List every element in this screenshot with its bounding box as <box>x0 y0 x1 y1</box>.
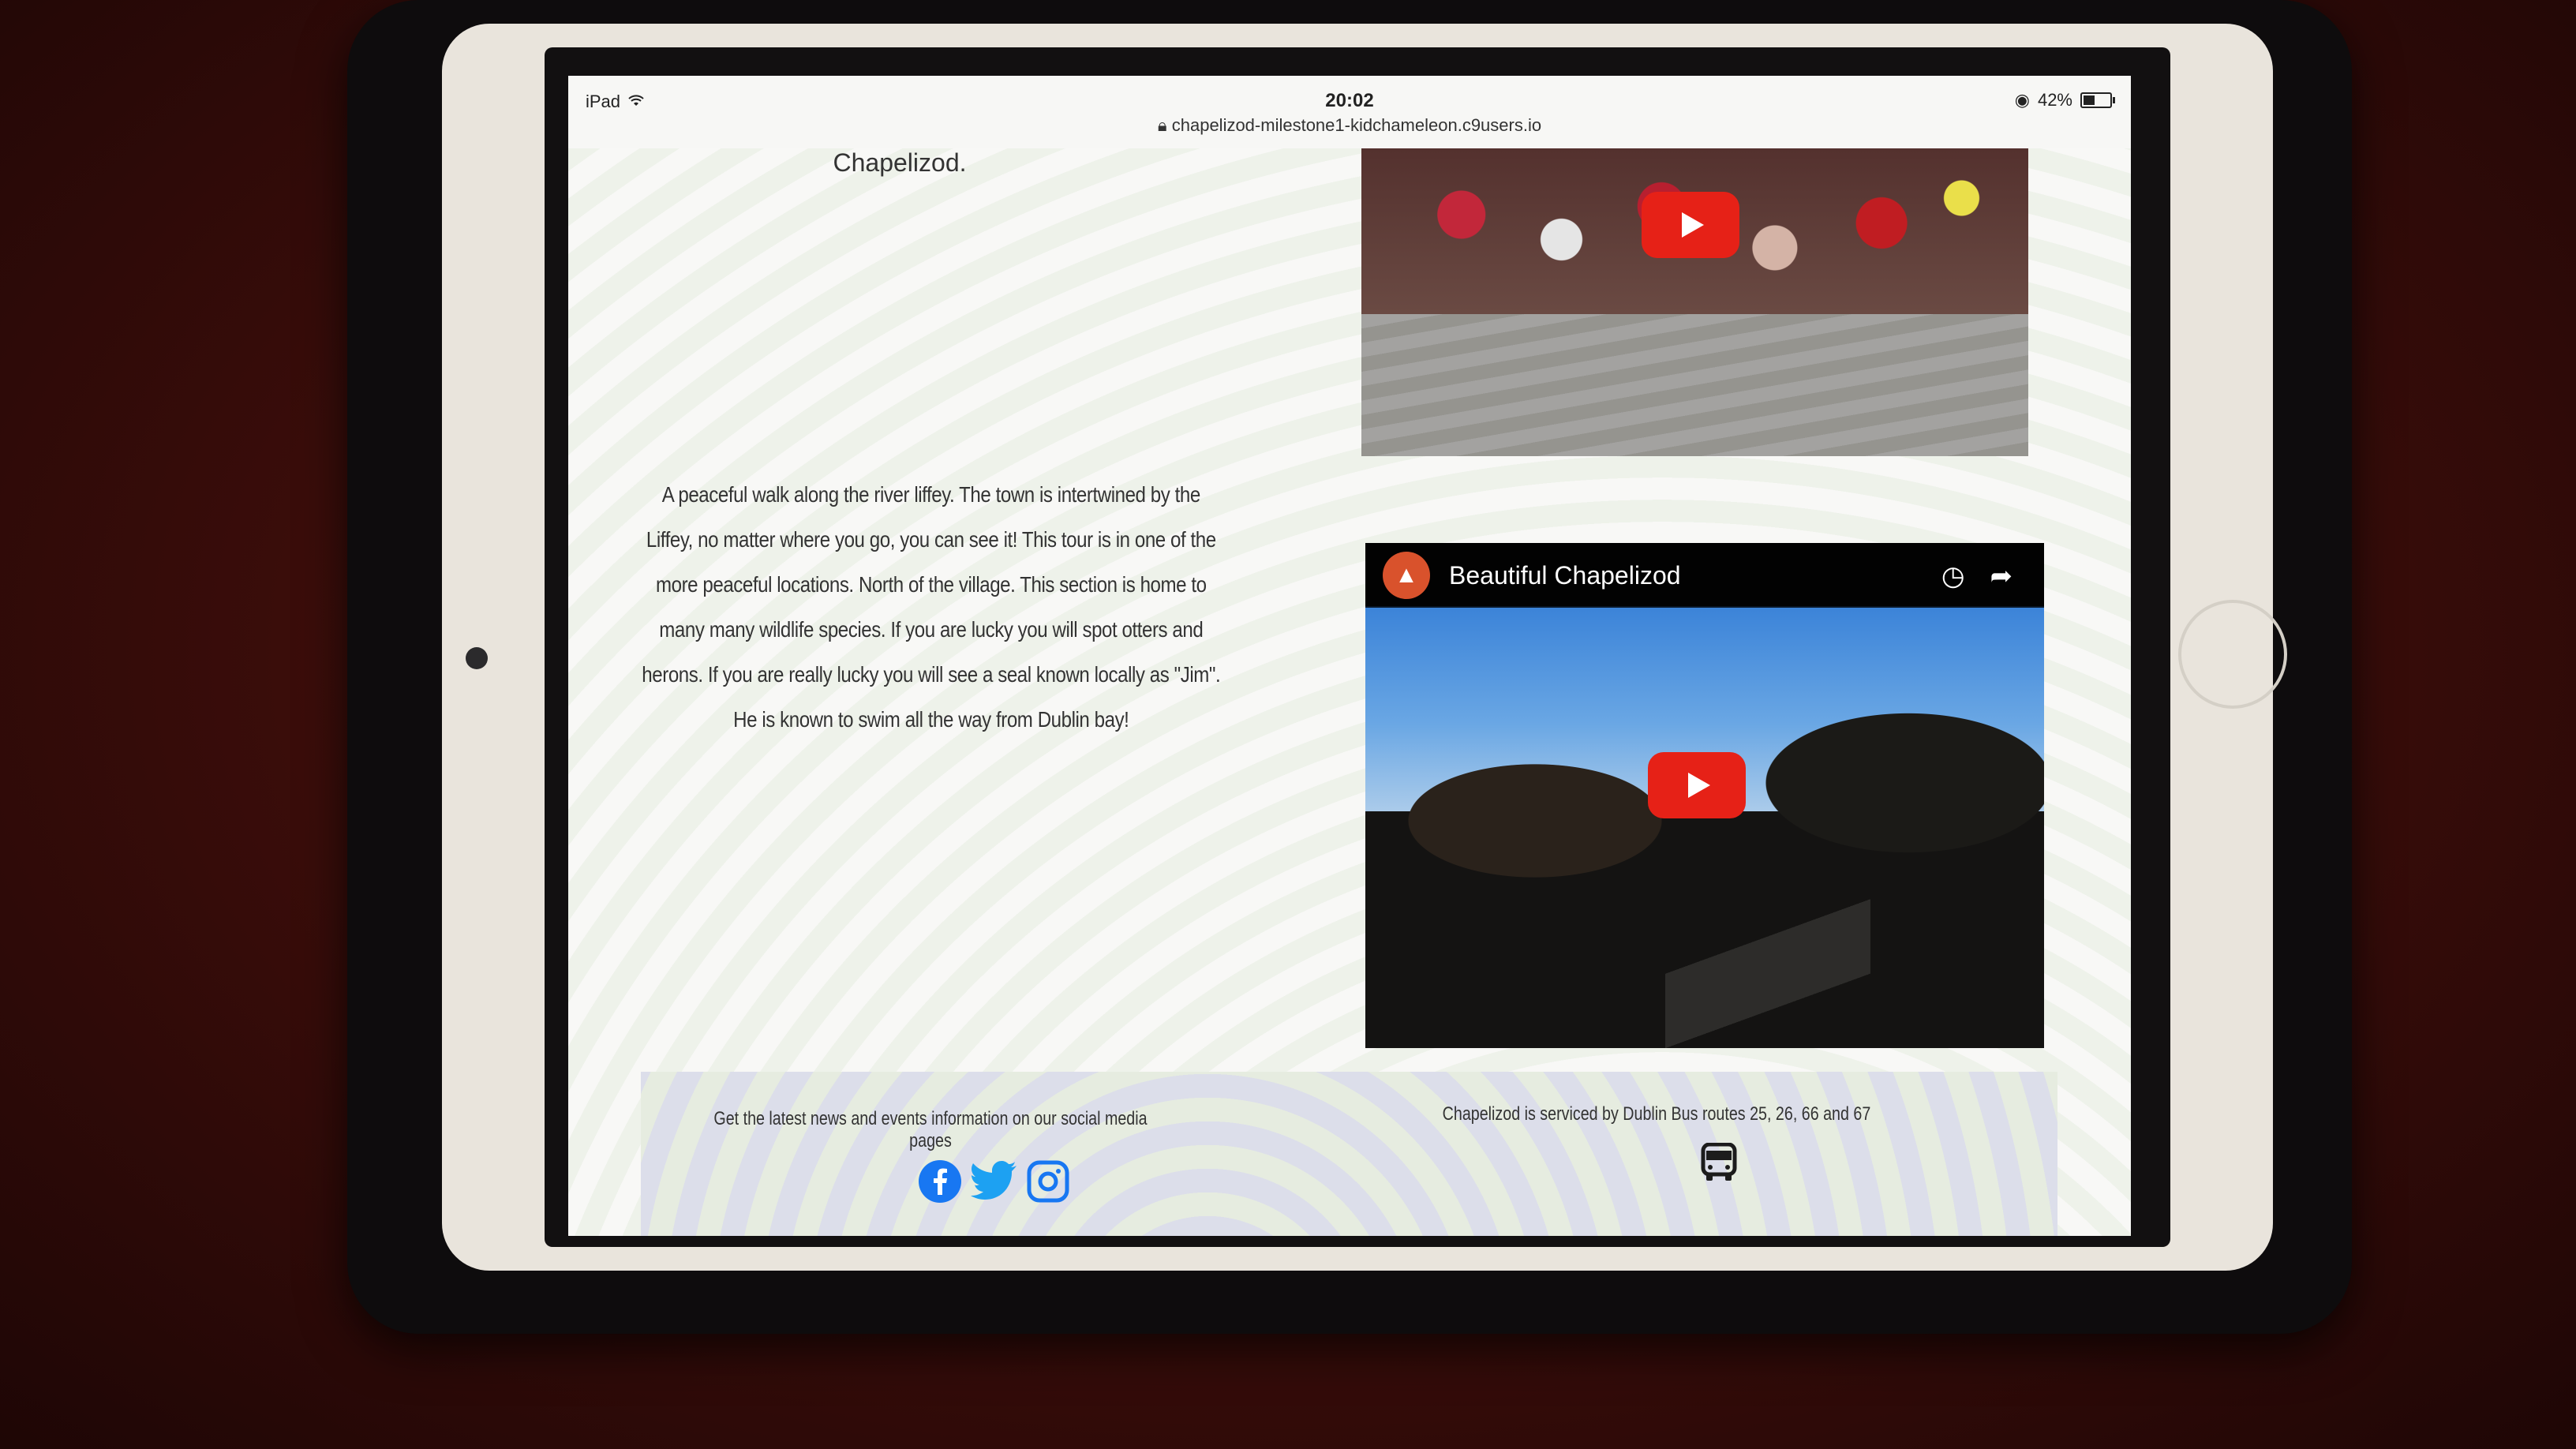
section-caption: Chapelizod. <box>833 148 967 177</box>
social-media-text: Get the latest news and events informati… <box>713 1108 1148 1151</box>
video-thumbnail-ground <box>1361 314 2028 456</box>
instagram-icon[interactable] <box>1026 1159 1070 1204</box>
ipad-screen: iPad 20:02 🔒︎ chapelizod-milestone1-kidc… <box>568 76 2131 1236</box>
front-camera <box>466 647 488 669</box>
channel-logo-icon[interactable]: ▲ <box>1383 552 1430 599</box>
play-icon <box>1682 212 1704 238</box>
bus-routes-text: Chapelizod is serviced by Dublin Bus rou… <box>1442 1103 1871 1125</box>
video-title[interactable]: Beautiful Chapelizod <box>1449 561 1681 590</box>
video-embed-beautiful-chapelizod[interactable]: ▲ Beautiful Chapelizod ◷ ➦ <box>1365 543 2044 1048</box>
bus-icon <box>1700 1142 1738 1186</box>
video-header: ▲ Beautiful Chapelizod ◷ ➦ <box>1365 543 2044 608</box>
address-bar[interactable]: 🔒︎ chapelizod-milestone1-kidchameleon.c9… <box>568 115 2131 136</box>
twitter-icon[interactable] <box>971 1161 1018 1202</box>
page-content: Chapelizod. A peaceful walk along the ri… <box>568 148 2131 1236</box>
video-thumbnail-road <box>1665 874 1870 1048</box>
status-bar: iPad 20:02 🔒︎ chapelizod-milestone1-kidc… <box>568 76 2131 150</box>
watch-later-icon[interactable]: ◷ <box>1941 560 1965 592</box>
youtube-play-button[interactable] <box>1648 752 1746 818</box>
play-icon <box>1688 773 1710 798</box>
lock-icon: 🔒︎ <box>1157 115 1167 135</box>
tour-description: A peaceful walk along the river liffey. … <box>642 482 1221 732</box>
page-footer: Get the latest news and events informati… <box>641 1072 2057 1236</box>
url-text: chapelizod-milestone1-kidchameleon.c9use… <box>1171 115 1542 135</box>
social-icons <box>917 1159 1070 1204</box>
home-button[interactable] <box>2178 600 2287 709</box>
battery-icon <box>2080 92 2115 108</box>
battery-percent: 42% <box>2037 90 2072 110</box>
status-time: 20:02 <box>1325 90 1374 111</box>
video-embed-parade[interactable] <box>1361 148 2028 456</box>
facebook-icon[interactable] <box>917 1159 963 1204</box>
share-icon[interactable]: ➦ <box>1990 560 2013 592</box>
youtube-play-button[interactable] <box>1642 192 1739 258</box>
rotation-lock-icon: ◉ <box>2014 90 2030 110</box>
